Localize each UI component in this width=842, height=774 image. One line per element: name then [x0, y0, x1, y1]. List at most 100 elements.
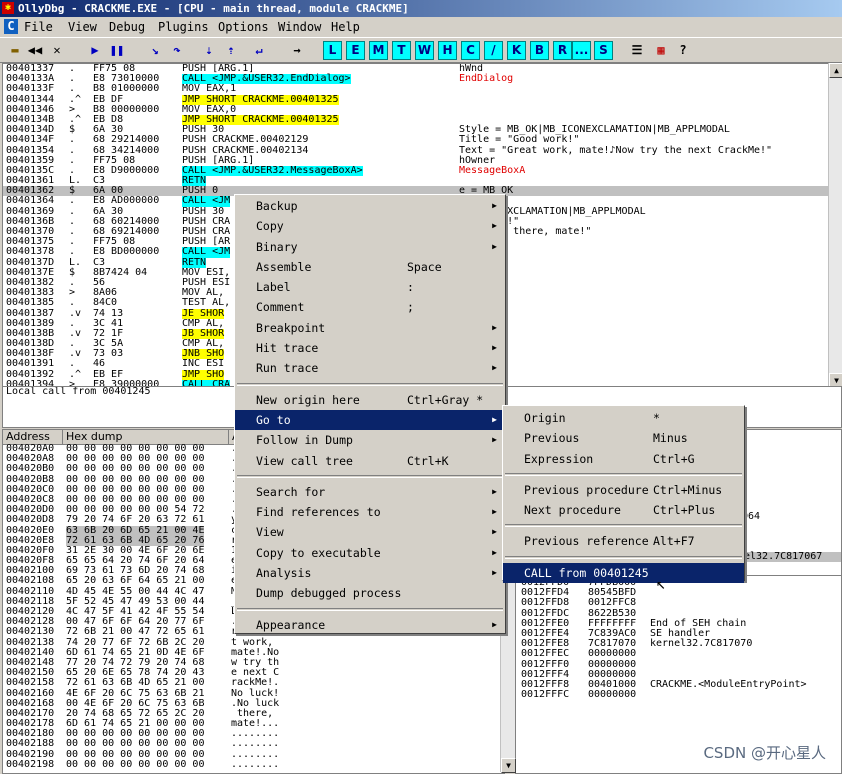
menu-separator [505, 555, 742, 559]
menu-item-view-call-tree[interactable]: View call tree Ctrl+K [235, 451, 505, 471]
toolbar-patches-button[interactable]: / [484, 41, 503, 60]
toolbar-callstack-button[interactable]: K [507, 41, 526, 60]
goto-icon[interactable]: → [288, 41, 306, 59]
disasm-comment: EndDialog [459, 73, 514, 85]
submenu-arrow-icon: ▶ [492, 201, 497, 210]
goto-item-label: Next procedure [524, 503, 621, 518]
appearance-icon[interactable]: ▦ [652, 41, 670, 59]
submenu-arrow-icon: ▶ [492, 221, 497, 231]
toolbar-runtrace-button[interactable]: ... [572, 41, 591, 60]
menu-item-comment[interactable]: Comment; [235, 297, 505, 317]
menu-item-binary[interactable]: Binary ▶ [235, 237, 505, 257]
menu-item-go-to[interactable]: Go to ▶ [235, 409, 505, 431]
restart-icon[interactable]: ◀◀ [26, 41, 44, 59]
menu-item-analysis[interactable]: Analysis ▶ [235, 563, 505, 583]
goto-item-expression[interactable]: Expression Ctrl+G [503, 449, 744, 469]
menu-item-hit-trace[interactable]: Hit trace ▶ [235, 338, 505, 358]
menu-debug[interactable]: Debug [109, 20, 145, 34]
title-bar: ✱ OllyDbg - CRACKME.EXE - [CPU - main thr… [0, 0, 842, 17]
menu-item-follow-in-dump[interactable]: Follow in Dump ▶ [235, 430, 505, 450]
dump-hex: 79 20 74 6F 20 63 72 61 [66, 514, 205, 526]
disasm-comment: Text = "Great work, mate!♪Now try the ne… [459, 144, 773, 156]
toolbar-threads-button[interactable]: T [392, 41, 411, 60]
cpu-window-icon[interactable]: C [4, 19, 18, 34]
stack-row[interactable]: 0012FFFC 00000000 [518, 689, 838, 700]
disasm-instruction: PUSH CRACKME.00402129 [182, 134, 309, 146]
stack-scroll-down-arrow-icon[interactable]: ▼ [501, 758, 516, 773]
dump-row[interactable]: 00402158 72 61 63 6B 4D 65 21 00 rackMe!. [3, 678, 503, 688]
menu-item-label: Backup [256, 199, 298, 213]
menu-item-assemble[interactable]: Assemble Space [235, 257, 505, 277]
goto-item-call-from-00401245[interactable]: CALL from 00401245 [503, 562, 744, 584]
menu-item-label: New origin here [256, 392, 360, 407]
disassembly-scrollbar[interactable]: ▲ ▼ [828, 63, 842, 388]
menu-window[interactable]: Window [278, 20, 321, 34]
scroll-up-arrow-icon[interactable]: ▲ [829, 63, 842, 78]
goto-item-label: Previous procedure [524, 482, 649, 497]
dump-hex: 72 61 63 6B 4D 65 21 00 [66, 677, 205, 689]
disasm-row[interactable]: 0040134F. 68 29214000 PUSH CRACKME.0040212… [3, 135, 829, 145]
menu-file[interactable]: File [24, 20, 53, 34]
toolbar-modules-button[interactable]: E [346, 41, 365, 60]
toolbar-breakpoints-button[interactable]: B [530, 41, 549, 60]
goto-item-previous[interactable]: Previous Minus [503, 428, 744, 448]
menu-item-label: Breakpoint [256, 320, 326, 335]
toolbar-references-button[interactable]: R [553, 41, 572, 60]
menu-item-copy-to-executable[interactable]: Copy to executable ▶ [235, 543, 505, 563]
menu-item-dump-debugged-process[interactable]: Dump debugged process [235, 583, 505, 603]
menu-item-label: Run trace [256, 361, 319, 376]
menu-item-run-trace[interactable]: Run trace ▶ [235, 358, 505, 378]
menu-options[interactable]: Options [218, 20, 269, 34]
menu-item-label: Search for [256, 484, 326, 499]
close-icon[interactable]: ✕ [48, 41, 66, 59]
menu-item-appearance[interactable]: Appearance ▶ [235, 615, 505, 635]
goto-item-origin[interactable]: Origin * [503, 408, 744, 428]
disasm-comment: MessageBoxA [459, 164, 526, 176]
goto-item-shortcut: * [653, 411, 660, 425]
toolbar-memory-button[interactable]: M [369, 41, 388, 60]
goto-item-label: Previous reference [524, 534, 649, 549]
goto-item-previous-procedure[interactable]: Previous procedure Ctrl+Minus [503, 480, 744, 500]
disasm-row[interactable]: 00401346 > B8 00000000 MOV EAX,0 [3, 104, 829, 115]
menu-plugins[interactable]: Plugins [158, 20, 209, 34]
step-into-icon[interactable]: ↘ [146, 41, 164, 59]
disasm-row[interactable]: 0040135C. E8 D9000000 CALL <JMP.&USER32.Me… [3, 164, 829, 177]
goto-item-previous-reference[interactable]: Previous reference Alt+F7 [503, 531, 744, 551]
menu-item-backup[interactable]: Backup ▶ [235, 196, 505, 216]
menu-item-breakpoint[interactable]: Breakpoint ▶ [235, 318, 505, 338]
toolbar-cpu-button[interactable]: C [461, 41, 480, 60]
menu-item-view[interactable]: View ▶ [235, 522, 505, 542]
menu-item-label: Binary [256, 239, 298, 254]
menu-item-copy[interactable]: Copy ▶ [235, 216, 505, 236]
execute-till-return-icon[interactable]: ↵ [250, 41, 268, 59]
list-icon[interactable]: ☰ [628, 41, 646, 59]
dump-ascii: ........ [231, 758, 280, 770]
disasm-instruction: TEST AL, [182, 297, 231, 309]
toolbar-handles-button[interactable]: H [438, 41, 457, 60]
open-icon[interactable]: ▬ [6, 41, 24, 59]
pause-icon[interactable]: ❚❚ [108, 41, 126, 59]
toolbar-source-button[interactable]: S [594, 41, 613, 60]
menu-item-shortcut: ; [407, 300, 414, 315]
run-icon[interactable]: ▶ [86, 41, 104, 59]
menu-item-new-origin-here[interactable]: New origin here Ctrl+Gray * [235, 390, 505, 410]
menu-help[interactable]: Help [331, 20, 360, 34]
stack-row[interactable]: 0012FFEC 00000000 [518, 649, 838, 659]
submenu-arrow-icon: ▶ [492, 619, 497, 629]
help-icon[interactable]: ? [674, 41, 692, 59]
menu-item-search-for[interactable]: Search for ▶ [235, 482, 505, 502]
menu-view[interactable]: View [68, 20, 97, 34]
menu-item-label[interactable]: Label: [235, 277, 505, 297]
goto-item-next-procedure[interactable]: Next procedure Ctrl+Plus [503, 500, 744, 520]
disasm-row[interactable]: 00401361 L. C3 RETN [3, 175, 829, 187]
trace-over-icon[interactable]: ⇡ [222, 41, 240, 59]
menu-item-find-references-to[interactable]: Find references to ▶ [235, 502, 505, 522]
disasm-row[interactable]: 0040133F. B8 01000000 MOV EAX,1 [3, 84, 829, 94]
step-over-icon[interactable]: ↷ [168, 41, 186, 59]
submenu-arrow-icon: ▶ [492, 241, 497, 251]
trace-into-icon[interactable]: ⇣ [200, 41, 218, 59]
toolbar-log-button[interactable]: L [323, 41, 342, 60]
toolbar-windows-button[interactable]: W [415, 41, 434, 60]
dump-row[interactable]: 00402198 00 00 00 00 00 00 00 00........ [3, 758, 503, 770]
menu-item-shortcut: Space [407, 259, 442, 274]
